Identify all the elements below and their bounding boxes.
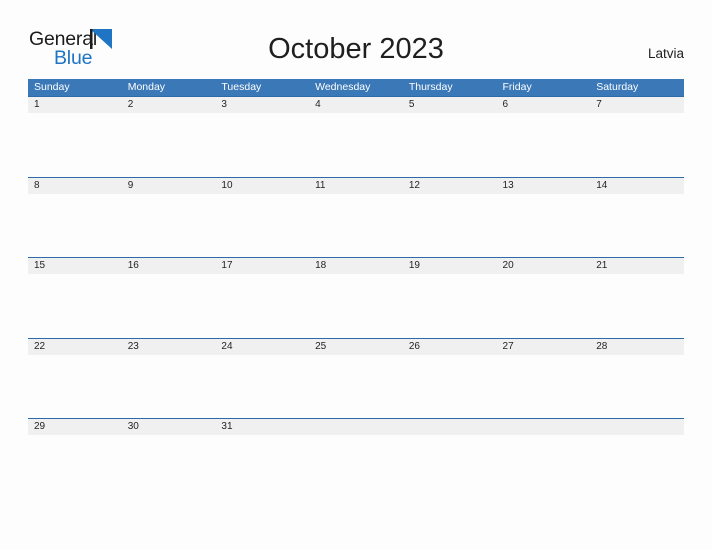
week-date-band: 15 16 17 18 19 20 21 — [28, 257, 684, 275]
day-note-cell[interactable] — [590, 113, 684, 177]
day-note-cell[interactable] — [309, 274, 403, 338]
day-note-cell[interactable] — [403, 355, 497, 419]
day-note-cell-empty — [590, 435, 684, 499]
calendar-week-row: 15 16 17 18 19 20 21 — [28, 257, 684, 338]
week-date-band: 8 9 10 11 12 13 14 — [28, 176, 684, 194]
calendar-week-row: 1 2 3 4 5 6 7 — [28, 96, 684, 177]
day-note-cell[interactable] — [215, 355, 309, 419]
day-note-cell[interactable] — [497, 355, 591, 419]
day-number[interactable]: 3 — [215, 97, 309, 113]
weekday-header-sunday: Sunday — [34, 81, 70, 93]
day-number[interactable]: 28 — [590, 339, 684, 355]
calendar-week-row: 29 30 31 — [28, 418, 684, 499]
day-note-cell[interactable] — [28, 355, 122, 419]
day-number[interactable]: 19 — [403, 258, 497, 274]
week-note-area — [28, 274, 684, 338]
day-number[interactable]: 22 — [28, 339, 122, 355]
weekday-header-row: Sunday Monday Tuesday Wednesday Thursday… — [28, 79, 684, 96]
calendar-grid: Sunday Monday Tuesday Wednesday Thursday… — [28, 79, 684, 499]
day-note-cell-empty — [403, 435, 497, 499]
weekday-header-thursday: Thursday — [408, 81, 453, 93]
day-number[interactable]: 17 — [215, 258, 309, 274]
week-note-area — [28, 113, 684, 177]
day-number[interactable]: 6 — [497, 97, 591, 113]
week-date-band: 1 2 3 4 5 6 7 — [28, 96, 684, 113]
day-note-cell[interactable] — [403, 194, 497, 258]
day-number[interactable]: 18 — [309, 258, 403, 274]
day-note-cell[interactable] — [590, 355, 684, 419]
day-note-cell[interactable] — [590, 194, 684, 258]
day-note-cell[interactable] — [122, 113, 216, 177]
day-note-cell[interactable] — [497, 113, 591, 177]
weekday-header-tuesday: Tuesday — [221, 81, 262, 93]
day-note-cell[interactable] — [215, 113, 309, 177]
day-number[interactable]: 31 — [215, 419, 309, 435]
day-number[interactable]: 16 — [122, 258, 216, 274]
day-note-cell[interactable] — [28, 194, 122, 258]
day-note-cell[interactable] — [122, 274, 216, 338]
day-number-empty — [403, 419, 497, 435]
day-number[interactable]: 13 — [497, 178, 591, 194]
day-number-empty — [497, 419, 591, 435]
day-note-cell[interactable] — [403, 274, 497, 338]
weekday-header-friday: Friday — [502, 81, 532, 93]
day-number[interactable]: 29 — [28, 419, 122, 435]
day-note-cell[interactable] — [28, 274, 122, 338]
day-note-cell[interactable] — [215, 435, 309, 499]
week-note-area — [28, 355, 684, 419]
day-note-cell[interactable] — [122, 194, 216, 258]
day-note-cell[interactable] — [122, 435, 216, 499]
day-note-cell[interactable] — [28, 435, 122, 499]
day-number[interactable]: 20 — [497, 258, 591, 274]
calendar-week-row: 22 23 24 25 26 27 28 — [28, 337, 684, 419]
day-note-cell[interactable] — [309, 194, 403, 258]
day-note-cell[interactable] — [215, 274, 309, 338]
week-date-band: 22 23 24 25 26 27 28 — [28, 337, 684, 355]
weekday-header-wednesday: Wednesday — [315, 81, 371, 93]
day-number[interactable]: 12 — [403, 178, 497, 194]
day-number[interactable]: 5 — [403, 97, 497, 113]
day-note-cell[interactable] — [497, 194, 591, 258]
week-date-band: 29 30 31 — [28, 418, 684, 436]
week-note-area — [28, 194, 684, 258]
calendar-page: General Blue October 2023 Latvia Sunday … — [0, 0, 712, 550]
day-number[interactable]: 9 — [122, 178, 216, 194]
day-number-empty — [590, 419, 684, 435]
day-note-cell[interactable] — [497, 274, 591, 338]
page-header: General Blue October 2023 Latvia — [0, 0, 712, 79]
day-note-cell[interactable] — [122, 355, 216, 419]
day-number-empty — [309, 419, 403, 435]
day-number[interactable]: 25 — [309, 339, 403, 355]
week-note-area — [28, 435, 684, 499]
day-number[interactable]: 26 — [403, 339, 497, 355]
weekday-header-monday: Monday — [127, 81, 166, 93]
day-number[interactable]: 24 — [215, 339, 309, 355]
day-number[interactable]: 10 — [215, 178, 309, 194]
day-note-cell-empty — [497, 435, 591, 499]
day-number[interactable]: 15 — [28, 258, 122, 274]
page-title: October 2023 — [268, 33, 444, 65]
day-number[interactable]: 8 — [28, 178, 122, 194]
day-note-cell[interactable] — [403, 113, 497, 177]
day-number[interactable]: 21 — [590, 258, 684, 274]
day-note-cell[interactable] — [28, 113, 122, 177]
day-number[interactable]: 14 — [590, 178, 684, 194]
weekday-header-saturday: Saturday — [596, 81, 639, 93]
day-number[interactable]: 30 — [122, 419, 216, 435]
country-label: Latvia — [647, 46, 684, 61]
day-number[interactable]: 7 — [590, 97, 684, 113]
day-number[interactable]: 23 — [122, 339, 216, 355]
day-number[interactable]: 11 — [309, 178, 403, 194]
day-note-cell[interactable] — [590, 274, 684, 338]
day-note-cell[interactable] — [309, 355, 403, 419]
day-note-cell-empty — [309, 435, 403, 499]
calendar-week-row: 8 9 10 11 12 13 14 — [28, 176, 684, 258]
day-note-cell[interactable] — [215, 194, 309, 258]
day-number[interactable]: 1 — [28, 97, 122, 113]
day-number[interactable]: 27 — [497, 339, 591, 355]
day-note-cell[interactable] — [309, 113, 403, 177]
day-number[interactable]: 2 — [122, 97, 216, 113]
day-number[interactable]: 4 — [309, 97, 403, 113]
